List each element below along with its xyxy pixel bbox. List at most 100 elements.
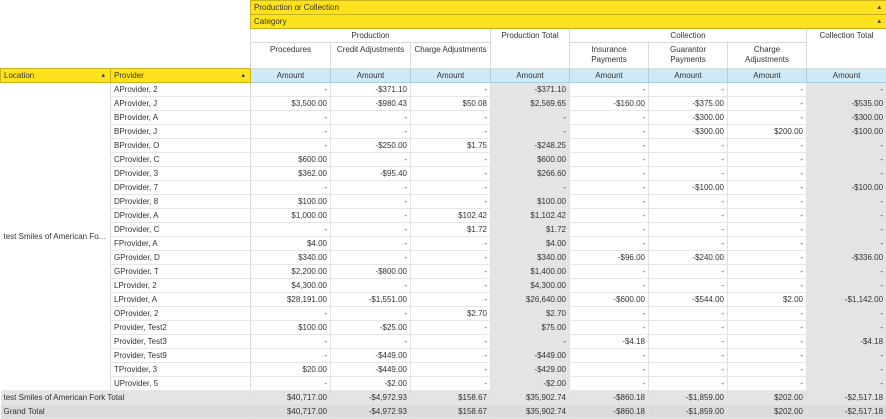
procedures-cell: $340.00	[251, 251, 331, 265]
charge-adjustments-cell: -	[728, 181, 807, 195]
collection-total-cell: -	[807, 209, 886, 223]
charge-adjustments-cell: -	[728, 209, 807, 223]
credit-adjustments-cell: -	[331, 307, 411, 321]
charge-adjustments-cell: -	[411, 279, 491, 293]
procedures-cell: $3,500.00	[251, 97, 331, 111]
guarantor-payments-cell: -	[649, 139, 728, 153]
production-total-cell: $75.00	[491, 321, 570, 335]
production-total-header: Production Total	[491, 29, 570, 69]
charge-adjustments-cell: -	[411, 363, 491, 377]
insurance-payments-cell: -	[570, 153, 649, 167]
table-row: DProvider, C--$1.72$1.72----	[1, 223, 886, 237]
production-total-cell: $4,300.00	[491, 279, 570, 293]
procedures-cell: -	[251, 111, 331, 125]
insurance-payments-cell: -	[570, 307, 649, 321]
credit-adjustments-cell: -$449.00	[331, 363, 411, 377]
table-body: test Smiles of American Fo...AProvider, …	[1, 83, 886, 391]
provider-cell: FProvider, A	[111, 237, 251, 251]
charge-adjustments-cell: -	[411, 153, 491, 167]
procedures-cell: -	[251, 335, 331, 349]
insurance-payments-cell: -	[570, 223, 649, 237]
charge-adjustments-cell: $102.42	[411, 209, 491, 223]
location-column-header[interactable]: Location ▴	[1, 69, 111, 83]
provider-cell: DProvider, 7	[111, 181, 251, 195]
collection-total-cell: -	[807, 237, 886, 251]
provider-cell: GProvider, T	[111, 265, 251, 279]
charge-adjustments-cell: $50.08	[411, 97, 491, 111]
collection-total-cell: -	[807, 377, 886, 391]
production-total-cell: $26,640.00	[491, 293, 570, 307]
table-row: test Smiles of American Fo...AProvider, …	[1, 83, 886, 97]
guarantor-payments-cell: -$1,859.00	[649, 391, 728, 405]
credit-adjustments-cell: -$371.10	[331, 83, 411, 97]
collection-total-cell: -	[807, 349, 886, 363]
charge-adjustments-cell: -	[728, 111, 807, 125]
credit-adjustments-header: Credit Adjustments	[331, 43, 411, 69]
table-row: BProvider, J------$300.00$200.00-$100.00	[1, 125, 886, 139]
procedures-cell: $100.00	[251, 195, 331, 209]
credit-adjustments-cell: -	[331, 237, 411, 251]
guarantor-payments-cell: -	[649, 83, 728, 97]
guarantor-payments-cell: -	[649, 349, 728, 363]
production-total-cell: -$371.10	[491, 83, 570, 97]
sort-caret-icon[interactable]: ▴	[878, 15, 882, 28]
provider-column-header[interactable]: Provider ▴	[111, 69, 251, 83]
production-total-cell: $35,902.74	[491, 405, 570, 419]
provider-cell: UProvider, 5	[111, 377, 251, 391]
production-total-cell: $600.00	[491, 153, 570, 167]
guarantor-payments-header: Guarantor Payments	[649, 43, 728, 69]
charge-adjustments-cell: -	[411, 237, 491, 251]
sort-caret-icon[interactable]: ▴︎	[878, 1, 882, 14]
charge-adjustments-cell: $202.00	[728, 391, 807, 405]
credit-adjustments-cell: -	[331, 111, 411, 125]
insurance-payments-cell: -	[570, 195, 649, 209]
procedures-cell: $40,717.00	[251, 405, 331, 419]
production-total-cell: -$248.25	[491, 139, 570, 153]
production-or-collection-filter[interactable]: Production or Collection ▴︎	[251, 1, 886, 15]
charge-adjustments-header: Charge Adjustments	[411, 43, 491, 69]
collection-total-cell: -	[807, 83, 886, 97]
amount-header: Amount	[491, 69, 570, 83]
procedures-cell: -	[251, 83, 331, 97]
collection-total-cell: -$535.00	[807, 97, 886, 111]
charge-adjustments-cell: -	[411, 293, 491, 307]
table-row: GProvider, T$2,200.00-$800.00-$1,400.00-…	[1, 265, 886, 279]
guarantor-payments-cell: -$100.00	[649, 181, 728, 195]
production-total-cell: -	[491, 335, 570, 349]
filter-label: Category	[254, 17, 286, 26]
insurance-payments-cell: -$860.18	[570, 391, 649, 405]
table-row: CProvider, C$600.00--$600.00----	[1, 153, 886, 167]
sort-caret-icon[interactable]: ▴	[241, 69, 245, 82]
insurance-payments-cell: -	[570, 363, 649, 377]
sort-caret-icon[interactable]: ▴	[101, 69, 105, 82]
charge-adjustments-cell: -	[728, 223, 807, 237]
procedures-cell: $4.00	[251, 237, 331, 251]
credit-adjustments-cell: -$2.00	[331, 377, 411, 391]
credit-adjustments-cell: -	[331, 251, 411, 265]
charge-adjustments-cell: -	[411, 335, 491, 349]
credit-adjustments-cell: -$800.00	[331, 265, 411, 279]
insurance-payments-cell: -	[570, 125, 649, 139]
amount-header: Amount	[331, 69, 411, 83]
procedures-cell: $28,191.00	[251, 293, 331, 307]
table-row: DProvider, A$1,000.00-$102.42$1,102.42--…	[1, 209, 886, 223]
collection-total-cell: -$336.00	[807, 251, 886, 265]
guarantor-payments-cell: -	[649, 195, 728, 209]
guarantor-payments-cell: -	[649, 307, 728, 321]
collection-header: Collection	[570, 29, 807, 43]
guarantor-payments-cell: -	[649, 167, 728, 181]
credit-adjustments-cell: -$980.43	[331, 97, 411, 111]
charge-adjustments-cell: -	[728, 335, 807, 349]
production-total-cell: -	[491, 181, 570, 195]
collection-total-cell: -	[807, 195, 886, 209]
category-filter[interactable]: Category ▴	[251, 15, 886, 29]
charge-adjustments-cell: -	[728, 279, 807, 293]
insurance-payments-cell: -	[570, 237, 649, 251]
charge-adjustments-cell: -	[728, 139, 807, 153]
charge-adjustments-cell: -	[411, 83, 491, 97]
charge-adjustments-cell: -	[728, 265, 807, 279]
guarantor-payments-cell: -	[649, 265, 728, 279]
collection-total-cell: -	[807, 153, 886, 167]
production-total-cell: $1,102.42	[491, 209, 570, 223]
collection-total-cell: -	[807, 279, 886, 293]
